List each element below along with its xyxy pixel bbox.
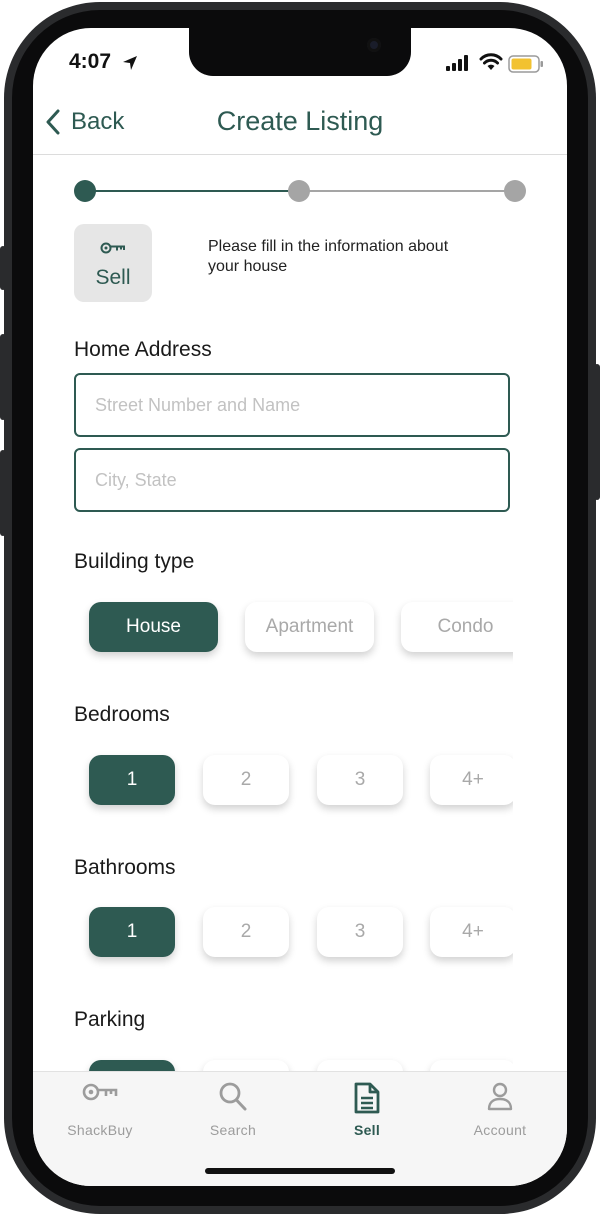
street-input[interactable]: [74, 373, 510, 437]
bathrooms-option[interactable]: 4+: [430, 907, 513, 957]
tab-label: Search: [209, 1122, 257, 1138]
tab-account[interactable]: Account: [433, 1072, 567, 1152]
building-type-options: House Apartment Condo: [74, 590, 513, 670]
parking-option[interactable]: [203, 1060, 289, 1071]
intro-text: Please fill in the information about you…: [208, 238, 449, 275]
city-state-input[interactable]: [74, 448, 510, 512]
battery-icon: [508, 55, 543, 73]
parking-label: Parking: [74, 1008, 146, 1031]
key-icon: [100, 242, 125, 254]
bedrooms-label: Bedrooms: [74, 703, 170, 726]
search-icon: [219, 1082, 247, 1111]
home-indicator[interactable]: [205, 1168, 395, 1174]
tab-label: ShackBuy: [67, 1122, 133, 1138]
document-icon: [354, 1082, 380, 1114]
tab-sell[interactable]: Sell: [300, 1072, 434, 1152]
tab-shackbuy[interactable]: ShackBuy: [33, 1072, 167, 1152]
person-icon: [487, 1082, 513, 1111]
parking-option[interactable]: [430, 1060, 513, 1071]
wifi-icon: [479, 53, 503, 70]
bathrooms-option[interactable]: 1: [89, 907, 175, 957]
phone-frame: 4:07 Create Listing Back Sell Please fil…: [0, 0, 600, 1216]
bedrooms-option[interactable]: 1: [89, 755, 175, 805]
back-label: Back: [71, 108, 125, 135]
location-arrow-icon: [123, 56, 137, 70]
progress-line-complete: [85, 190, 299, 192]
progress-stepper: [73, 179, 527, 203]
building-type-option[interactable]: Apartment: [245, 602, 374, 652]
step-2-dot: [288, 180, 310, 202]
tab-search[interactable]: Search: [166, 1072, 300, 1152]
step-1-dot: [74, 180, 96, 202]
front-camera: [367, 38, 381, 52]
nav-header: Create Listing Back: [33, 96, 567, 155]
building-type-option[interactable]: House: [89, 602, 218, 652]
parking-option[interactable]: [89, 1060, 175, 1071]
bathrooms-label: Bathrooms: [74, 856, 176, 879]
home-address-label: Home Address: [74, 338, 212, 361]
tile-label: Sell: [95, 266, 131, 289]
listing-type-tile: Sell: [74, 224, 152, 302]
parking-options: [74, 1048, 513, 1071]
back-button[interactable]: Back: [45, 108, 124, 136]
chevron-left-icon: [46, 109, 60, 135]
step-3-dot: [504, 180, 526, 202]
status-time: 4:07: [69, 50, 112, 73]
tab-label: Account: [473, 1122, 527, 1138]
bedrooms-option[interactable]: 4+: [430, 755, 513, 805]
bedrooms-option[interactable]: 3: [317, 755, 403, 805]
progress-line-pending: [299, 190, 515, 192]
bathrooms-option[interactable]: 3: [317, 907, 403, 957]
bathrooms-option[interactable]: 2: [203, 907, 289, 957]
building-type-label: Building type: [74, 550, 195, 573]
bedrooms-option[interactable]: 2: [203, 755, 289, 805]
signal-icon: [446, 55, 468, 71]
tab-label: Sell: [353, 1122, 381, 1138]
key-icon: [82, 1083, 118, 1101]
app-screen: 4:07 Create Listing Back Sell Please fil…: [33, 28, 567, 1186]
parking-option[interactable]: [317, 1060, 403, 1071]
building-type-option[interactable]: Condo: [401, 602, 513, 652]
bathrooms-options: 1 2 3 4+: [74, 895, 513, 975]
bedrooms-options: 1 2 3 4+: [74, 743, 513, 823]
camera-notch: [189, 28, 411, 76]
